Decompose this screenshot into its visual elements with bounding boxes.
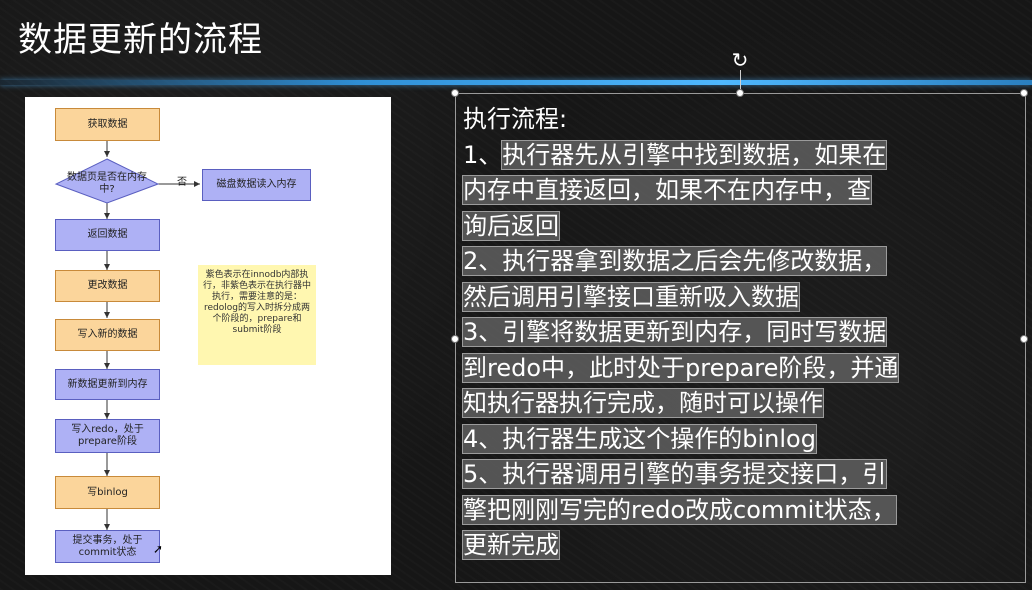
text-line: 然后调用引擎接口重新吸入数据 [462, 281, 800, 312]
text-line: 询后返回 [462, 210, 560, 241]
text-line: 到redo中，此时处于prepare阶段，并通 [461, 352, 900, 383]
commit-node: 提交事务，处于commit状态 [55, 530, 160, 563]
fetch-data-node: 获取数据 [55, 108, 160, 141]
mouse-cursor-icon: ➚ [153, 542, 164, 556]
text-line: 4、执行器生成这个操作的binlog [462, 423, 817, 454]
legend-note: 紫色表示在innodb内部执行，非紫色表示在执行器中执行，需要注意的是：redo… [198, 265, 316, 365]
disk-read-node: 磁盘数据读入内存 [202, 169, 311, 201]
return-data-node: 返回数据 [55, 219, 160, 251]
resize-handle-top-center[interactable] [736, 89, 744, 97]
resize-handle-top-left[interactable] [451, 89, 459, 97]
decision-label: 数据页是否在内存中? [67, 172, 147, 195]
resize-handle-middle-right[interactable] [1020, 335, 1028, 343]
process-text-box[interactable]: 执行流程: 1、执行器先从引擎中找到数据，如果在 内存中直接返回，如果不在内存中… [461, 102, 1018, 564]
text-line: 擎把刚刚写完的redo改成commit状态， [462, 494, 897, 525]
flowchart-diagram[interactable]: 获取数据 数据页是否在内存中? 否 磁盘数据读入内存 返回数据 更改数据 写入新… [25, 97, 391, 575]
resize-handle-middle-left[interactable] [451, 335, 459, 343]
update-memory-node: 新数据更新到内存 [55, 369, 160, 400]
update-data-node: 更改数据 [55, 270, 160, 302]
no-branch-label: 否 [177, 177, 187, 188]
text-line: 3、引擎将数据更新到内存，同时写数据 [461, 317, 888, 347]
title-divider [0, 80, 1032, 85]
write-binlog-node: 写binlog [55, 476, 160, 509]
write-redo-node: 写入redo，处于prepare阶段 [55, 419, 160, 453]
rotate-icon[interactable]: ↻ [730, 50, 750, 70]
text-line: 内存中直接返回，如果不在内存中，查 [462, 175, 872, 205]
process-heading: 执行流程: [463, 105, 568, 133]
text-line: 5、执行器调用引擎的事务提交接口，引 [461, 459, 888, 489]
text-line: 更新完成 [462, 530, 560, 560]
text-line: 知执行器执行完成，随时可以操作 [462, 388, 824, 418]
resize-handle-top-right[interactable] [1020, 89, 1028, 97]
text-line: 2、执行器拿到数据之后会先修改数据， [461, 246, 888, 276]
write-new-data-node: 写入新的数据 [55, 319, 160, 351]
slide-title: 数据更新的流程 [18, 20, 263, 60]
text-line: 1、执行器先从引擎中找到数据，如果在 [463, 139, 888, 170]
rotate-stem [740, 70, 741, 90]
